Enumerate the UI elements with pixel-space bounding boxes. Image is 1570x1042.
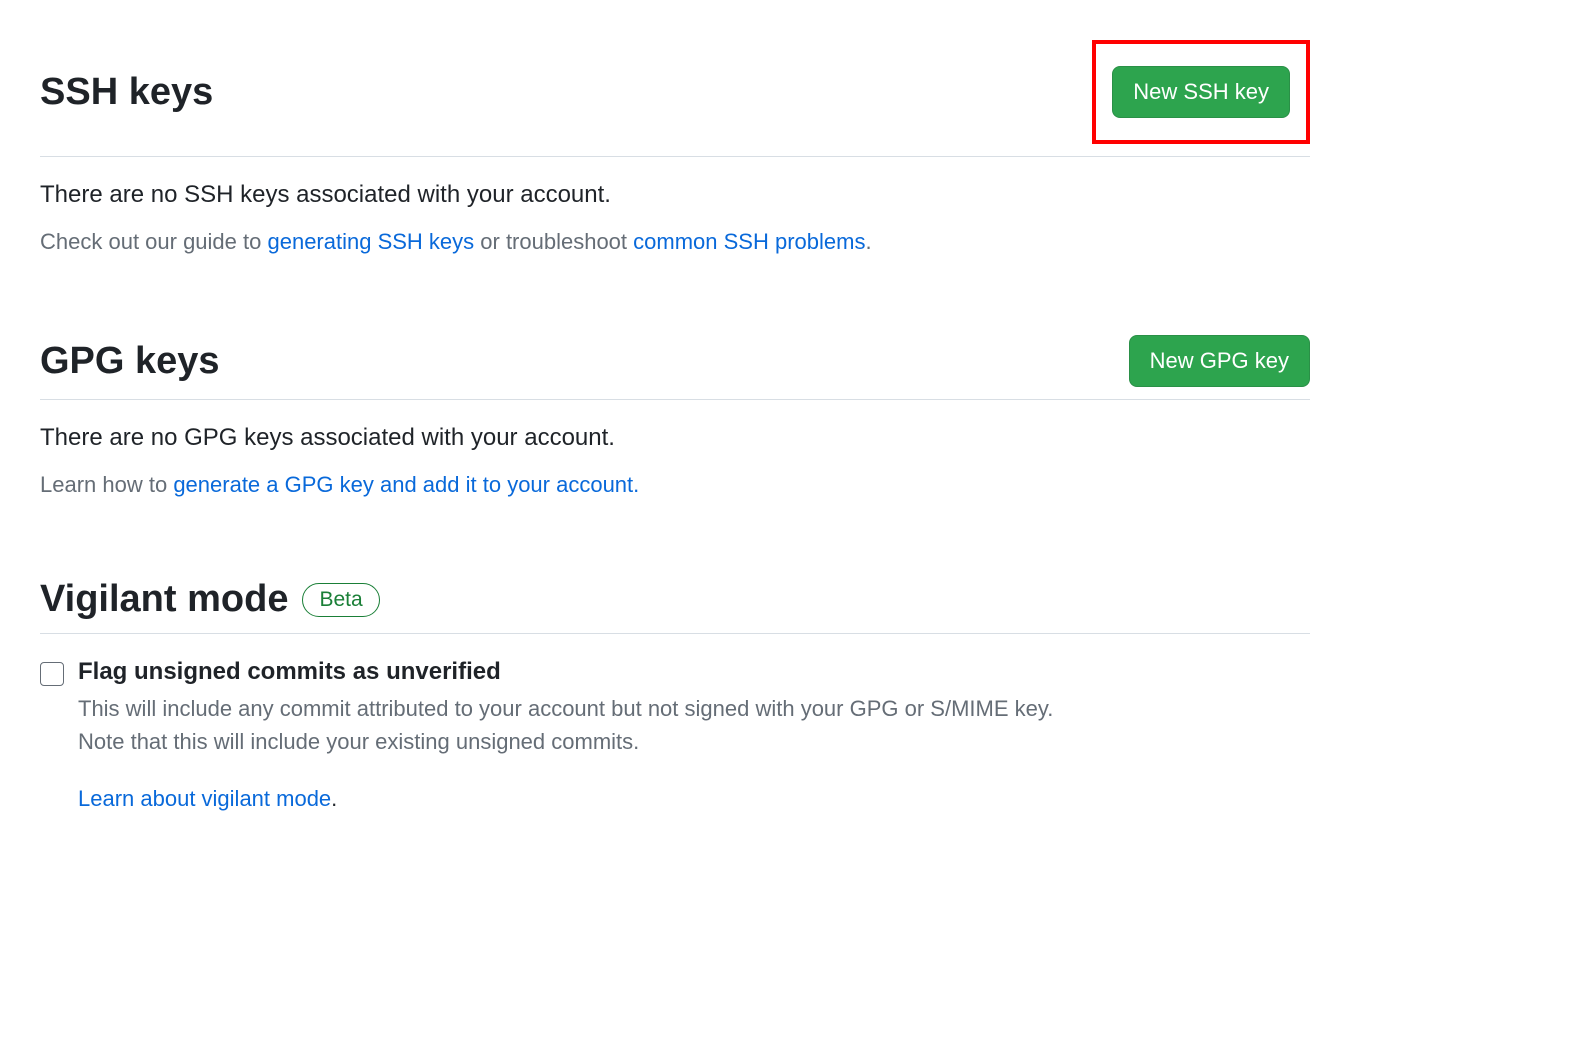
ssh-keys-section: SSH keys New SSH key There are no SSH ke… — [40, 40, 1310, 255]
ssh-empty-message: There are no SSH keys associated with yo… — [40, 181, 1310, 209]
ssh-help-suffix: . — [865, 229, 871, 254]
beta-badge: Beta — [302, 583, 379, 617]
gpg-section-header: GPG keys New GPG key — [40, 335, 1310, 400]
common-ssh-problems-link[interactable]: common SSH problems — [633, 229, 865, 254]
vigilant-desc-line1: This will include any commit attributed … — [78, 696, 1053, 721]
vigilant-learn-row: Learn about vigilant mode. — [78, 786, 1310, 812]
ssh-help-text: Check out our guide to generating SSH ke… — [40, 229, 1310, 255]
gpg-keys-title: GPG keys — [40, 340, 220, 383]
gpg-keys-section: GPG keys New GPG key There are no GPG ke… — [40, 335, 1310, 498]
gpg-help-text: Learn how to generate a GPG key and add … — [40, 472, 1310, 498]
gpg-empty-message: There are no GPG keys associated with yo… — [40, 424, 1310, 452]
ssh-help-prefix: Check out our guide to — [40, 229, 267, 254]
vigilant-mode-title: Vigilant mode — [40, 578, 288, 621]
vigilant-desc-line2: Note that this will include your existin… — [78, 729, 639, 754]
ssh-section-header: SSH keys New SSH key — [40, 40, 1310, 157]
flag-unsigned-checkbox[interactable] — [40, 662, 64, 686]
new-ssh-key-button[interactable]: New SSH key — [1112, 66, 1290, 118]
ssh-keys-title: SSH keys — [40, 71, 213, 114]
generating-ssh-keys-link[interactable]: generating SSH keys — [267, 229, 474, 254]
learn-vigilant-mode-link[interactable]: Learn about vigilant mode — [78, 786, 331, 811]
flag-unsigned-label: Flag unsigned commits as unverified — [78, 658, 1310, 686]
highlight-box: New SSH key — [1092, 40, 1310, 144]
vigilant-mode-section: Vigilant mode Beta Flag unsigned commits… — [40, 578, 1310, 812]
vigilant-checkbox-content: Flag unsigned commits as unverified This… — [78, 658, 1310, 812]
vigilant-mode-title-row: Vigilant mode Beta — [40, 578, 380, 621]
new-gpg-key-button[interactable]: New GPG key — [1129, 335, 1310, 387]
vigilant-learn-suffix: . — [331, 786, 337, 811]
vigilant-checkbox-row: Flag unsigned commits as unverified This… — [40, 658, 1310, 812]
gpg-help-prefix: Learn how to — [40, 472, 173, 497]
generate-gpg-key-link[interactable]: generate a GPG key and add it to your ac… — [173, 472, 639, 497]
vigilant-section-header: Vigilant mode Beta — [40, 578, 1310, 634]
vigilant-description: This will include any commit attributed … — [78, 692, 1310, 758]
ssh-help-middle: or troubleshoot — [474, 229, 633, 254]
